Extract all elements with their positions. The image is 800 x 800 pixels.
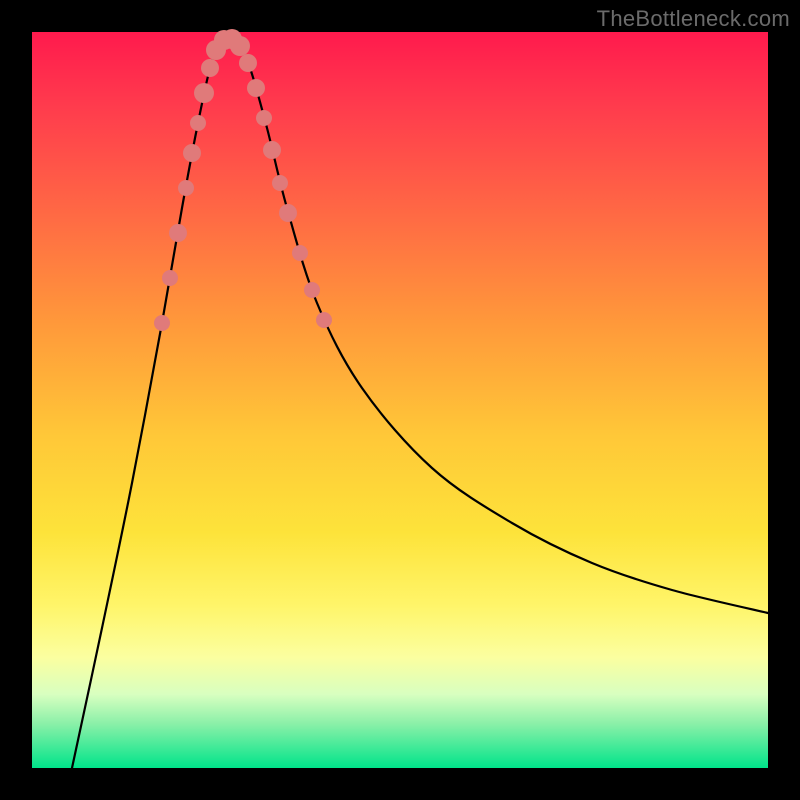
chart-frame: TheBottleneck.com	[0, 0, 800, 800]
data-marker	[154, 315, 170, 331]
data-marker	[316, 312, 332, 328]
data-marker	[194, 83, 214, 103]
data-marker	[230, 36, 250, 56]
plot-area	[32, 32, 768, 768]
data-marker	[292, 245, 308, 261]
data-marker	[190, 115, 206, 131]
data-marker	[183, 144, 201, 162]
data-markers	[154, 29, 332, 331]
bottleneck-curve	[72, 38, 768, 768]
data-marker	[169, 224, 187, 242]
data-marker	[263, 141, 281, 159]
data-marker	[162, 270, 178, 286]
data-marker	[272, 175, 288, 191]
data-marker	[279, 204, 297, 222]
watermark-text: TheBottleneck.com	[597, 6, 790, 32]
data-marker	[239, 54, 257, 72]
chart-svg	[32, 32, 768, 768]
data-marker	[247, 79, 265, 97]
data-marker	[256, 110, 272, 126]
data-marker	[201, 59, 219, 77]
data-marker	[304, 282, 320, 298]
data-marker	[178, 180, 194, 196]
